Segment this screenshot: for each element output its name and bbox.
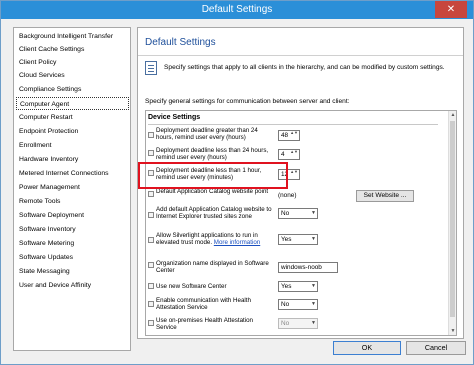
default-settings-dialog: Default Settings ✕ Background Intelligen… [0, 0, 474, 365]
settings-document-icon [145, 61, 157, 75]
setting-lock-icon [148, 237, 154, 243]
organization-name-input[interactable]: windows-noob [278, 262, 338, 273]
on-prem-health-attestation-value: No [281, 320, 290, 327]
sidebar-item-metered-internet-connections[interactable]: Metered Internet Connections [16, 167, 129, 180]
setting-lock-icon [148, 320, 154, 326]
health-attestation-value: No [281, 301, 290, 308]
silverlight-elevated-trust-value: Yes [281, 236, 292, 243]
setting-lock-icon [148, 191, 154, 197]
cancel-button[interactable]: Cancel [406, 341, 466, 355]
sidebar-item-user-and-device-affinity[interactable]: User and Device Affinity [16, 279, 129, 292]
chevron-down-icon: ▼ [311, 210, 316, 216]
chevron-down-icon: ▼ [311, 236, 316, 242]
close-button[interactable]: ✕ [435, 1, 467, 18]
divider [138, 55, 463, 56]
sidebar-item-hardware-inventory[interactable]: Hardware Inventory [16, 153, 129, 166]
setting-label-on-prem-health-attestation: Use on-premises Health Attestation Servi… [156, 317, 253, 331]
silverlight-elevated-trust-dropdown[interactable]: Yes ▼ [278, 234, 318, 245]
new-software-center-value: Yes [281, 283, 292, 290]
setting-lock-icon [148, 150, 154, 156]
app-catalog-website-value: (none) [278, 192, 297, 199]
reminder-under-24h-value: 4 [281, 151, 285, 158]
sidebar-item-power-management[interactable]: Power Management [16, 181, 129, 194]
more-information-link[interactable]: More information [214, 239, 260, 246]
spinner-arrows-icon[interactable]: ▲▼ [290, 131, 298, 135]
setting-label-health-attestation: Enable communication with Health Attesta… [156, 297, 251, 311]
add-catalog-trusted-sites-dropdown[interactable]: No ▼ [278, 208, 318, 219]
settings-category-list: Background Intelligent Transfer Client C… [13, 27, 131, 351]
chevron-down-icon: ▼ [311, 301, 316, 307]
setting-label-silverlight-elevated-trust: Allow Silverlight applications to run in… [156, 232, 272, 246]
setting-label-new-software-center: Use new Software Center [156, 283, 227, 290]
scroll-up-icon[interactable]: ▲ [449, 111, 456, 119]
sidebar-item-software-metering[interactable]: Software Metering [16, 237, 129, 250]
reminder-over-24h-spinner[interactable]: 48 ▲▼ [278, 130, 300, 141]
window-title: Default Settings [201, 4, 273, 15]
ok-button[interactable]: OK [333, 341, 401, 355]
sidebar-item-computer-restart[interactable]: Computer Restart [16, 111, 129, 124]
scroll-down-icon[interactable]: ▼ [449, 327, 456, 335]
sidebar-item-background-intelligent-transfer[interactable]: Background Intelligent Transfer [16, 30, 129, 43]
setting-lock-icon [148, 132, 154, 138]
panel-title: Default Settings [145, 37, 216, 48]
sidebar-item-client-cache-settings[interactable]: Client Cache Settings [16, 43, 129, 56]
add-catalog-trusted-sites-value: No [281, 210, 290, 217]
title-bar: Default Settings ✕ [1, 1, 473, 19]
annotation-highlight-box [138, 162, 288, 189]
reminder-under-24h-spinner[interactable]: 4 ▲▼ [278, 149, 300, 160]
settings-scrollbar[interactable]: ▲ ▼ [448, 111, 456, 335]
sidebar-item-remote-tools[interactable]: Remote Tools [16, 195, 129, 208]
spinner-arrows-icon[interactable]: ▲▼ [290, 150, 298, 154]
sidebar-item-software-inventory[interactable]: Software Inventory [16, 223, 129, 236]
panel-intro: Specify general settings for communicati… [145, 98, 350, 105]
setting-label-reminder-over-24h: Deployment deadline greater than 24 hour… [156, 127, 258, 141]
scrollbar-thumb[interactable] [450, 121, 455, 317]
new-software-center-dropdown[interactable]: Yes ▼ [278, 281, 318, 292]
sidebar-item-computer-agent[interactable]: Computer Agent [16, 97, 129, 110]
setting-lock-icon [148, 301, 154, 307]
set-website-button[interactable]: Set Website ... [356, 190, 414, 202]
setting-lock-icon [148, 283, 154, 289]
settings-grid: Device Settings Deployment deadline grea… [145, 110, 457, 336]
spinner-arrows-icon[interactable]: ▲▼ [290, 170, 298, 174]
setting-label-add-catalog-trusted-sites: Add default Application Catalog website … [156, 206, 272, 220]
setting-label-app-catalog-website: Default Application Catalog website poin… [156, 188, 269, 195]
reminder-over-24h-value: 48 [281, 132, 289, 139]
setting-lock-icon [148, 262, 154, 268]
sidebar-item-software-updates[interactable]: Software Updates [16, 251, 129, 264]
sidebar-item-compliance-settings[interactable]: Compliance Settings [16, 83, 129, 96]
panel-description: Specify settings that apply to all clien… [164, 64, 445, 71]
sidebar-item-software-deployment[interactable]: Software Deployment [16, 209, 129, 222]
health-attestation-dropdown[interactable]: No ▼ [278, 299, 318, 310]
chevron-down-icon: ▼ [311, 283, 316, 289]
chevron-down-icon: ▼ [311, 320, 316, 326]
group-header-device-settings: Device Settings [148, 114, 201, 121]
sidebar-item-enrollment[interactable]: Enrollment [16, 139, 129, 152]
group-divider [148, 124, 438, 125]
on-prem-health-attestation-dropdown[interactable]: No ▼ [278, 318, 318, 329]
setting-lock-icon [148, 212, 154, 218]
sidebar-item-endpoint-protection[interactable]: Endpoint Protection [16, 125, 129, 138]
setting-label-reminder-under-24h: Deployment deadline less than 24 hours, … [156, 147, 269, 161]
setting-label-organization-name: Organization name displayed in Software … [156, 260, 269, 274]
sidebar-item-client-policy[interactable]: Client Policy [16, 56, 129, 69]
sidebar-item-cloud-services[interactable]: Cloud Services [16, 69, 129, 82]
sidebar-item-state-messaging[interactable]: State Messaging [16, 265, 129, 278]
